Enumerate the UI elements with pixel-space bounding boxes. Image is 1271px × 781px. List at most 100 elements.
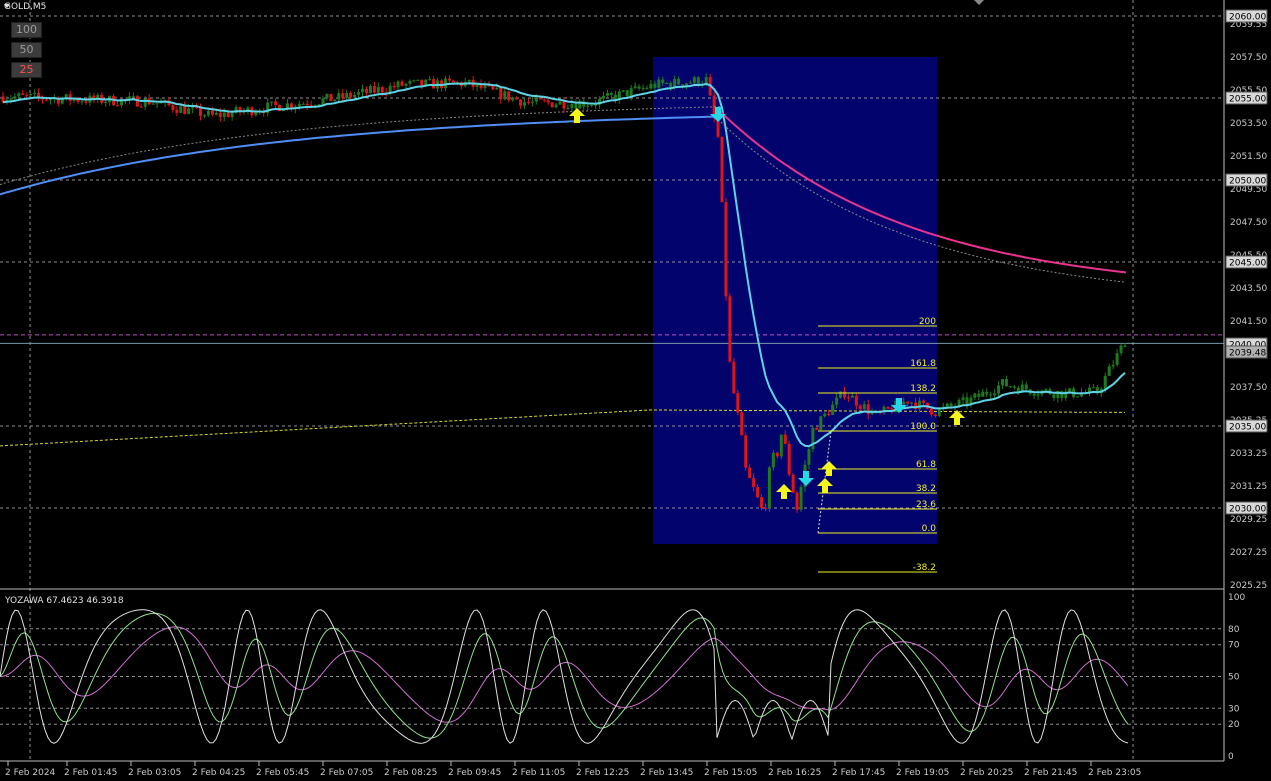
time-axis-label: 2 Feb 08:25 [384,768,437,778]
fib-level-label: 23.6 [916,500,936,510]
price-bar [850,395,854,398]
price-bar [586,105,590,107]
price-bar [29,93,33,96]
symbol-title: GOLD,M5 [4,2,47,12]
price-bar [688,82,692,84]
price-bar [835,397,839,405]
price-bar [783,434,787,444]
price-bar [760,497,764,508]
price-bar [933,414,937,416]
price-axis-tick: 2029.25 [1230,515,1267,525]
price-bar [376,87,380,93]
price-bar [80,101,84,103]
time-axis-label: 2 Feb 19:05 [896,768,949,778]
price-bar [665,82,669,84]
price-bar [526,102,530,104]
price-bar [590,104,594,106]
zoom-button-50[interactable]: 50 [11,42,42,58]
price-bar [1076,396,1080,398]
price-bar [503,91,507,100]
oscillator-axis-tick: 80 [1228,625,1240,635]
price-bar [538,97,542,100]
price-bar [37,92,41,97]
price-bar [1119,345,1123,354]
price-bar [748,467,752,479]
price-bar [823,413,827,417]
price-bar [420,79,424,86]
price-bar [724,202,728,297]
price-bar [922,400,926,403]
price-bar [973,393,977,398]
price-bar [1123,345,1127,347]
price-bar [214,112,218,115]
price-bar [372,86,376,93]
price-bar [886,406,890,409]
price-bar [1032,393,1036,396]
price-bar [602,95,606,99]
price-bar [467,79,471,82]
price-bar [507,91,511,101]
price-bar [274,101,278,106]
price-bar [202,115,206,117]
price-bar [17,93,21,97]
price-bar [795,492,799,510]
time-axis-label: 2 Feb 01:45 [64,768,117,778]
price-bar [191,106,195,109]
price-bar [511,97,515,101]
price-bar [329,93,333,102]
price-bar [633,86,637,89]
price-bar [171,105,175,110]
price-bar [33,92,37,94]
zoom-button-100[interactable]: 100 [11,22,42,38]
price-bar [811,427,815,450]
price-bar [641,87,645,89]
price-bar [831,404,835,415]
price-bar [732,361,736,394]
price-bar [131,96,135,98]
price-bar [1052,394,1056,399]
price-bar [499,87,503,100]
price-bar [609,93,613,95]
price-bar [937,408,941,416]
price-bar [1091,387,1095,389]
price-bar [345,92,349,98]
price-axis-tick: 2033.25 [1230,449,1267,459]
time-axis-label: 2 Feb 17:45 [832,768,885,778]
price-bar [756,487,760,498]
price-axis-tick: 2027.25 [1230,548,1267,558]
price-bar [854,395,858,406]
price-axis-tick: 2025.25 [1230,581,1267,591]
price-bar [653,83,657,88]
time-axis-label: 2 Feb 11:05 [512,768,565,778]
time-axis-label: 2 Feb 05:45 [256,768,309,778]
fib-level-label: 0.0 [922,524,937,534]
price-bar [1115,353,1119,365]
price-bar [807,449,811,465]
price-bar [929,408,933,415]
price-bar [1044,389,1048,391]
scroll-indicator-icon [974,0,984,5]
price-bar [183,106,187,114]
price-bar [546,100,550,103]
price-bar [736,393,740,413]
price-bar [858,405,862,409]
price-bar [9,98,13,100]
price-bar [910,402,914,404]
price-axis-tick: 2057.50 [1230,53,1267,63]
price-bar [226,112,230,117]
price-bar [353,94,357,98]
price-bar [657,79,661,88]
zoom-button-25[interactable]: 25 [11,62,42,78]
price-bar [116,105,120,107]
oscillator-smooth-line [0,612,1129,739]
price-bar [519,99,523,106]
price-bar [104,102,108,104]
price-bar [337,93,341,100]
chart-canvas[interactable]: 200161.8138.2100.061.838.223.60.0-38.2YO… [0,0,1271,781]
oscillator-axis-tick: 100 [1228,593,1245,603]
time-axis-label: 2 Feb 15:05 [704,768,757,778]
price-bar [637,86,641,89]
price-label: 2035.00 [1229,423,1266,433]
price-bar [744,435,748,468]
price-bar [48,99,52,101]
